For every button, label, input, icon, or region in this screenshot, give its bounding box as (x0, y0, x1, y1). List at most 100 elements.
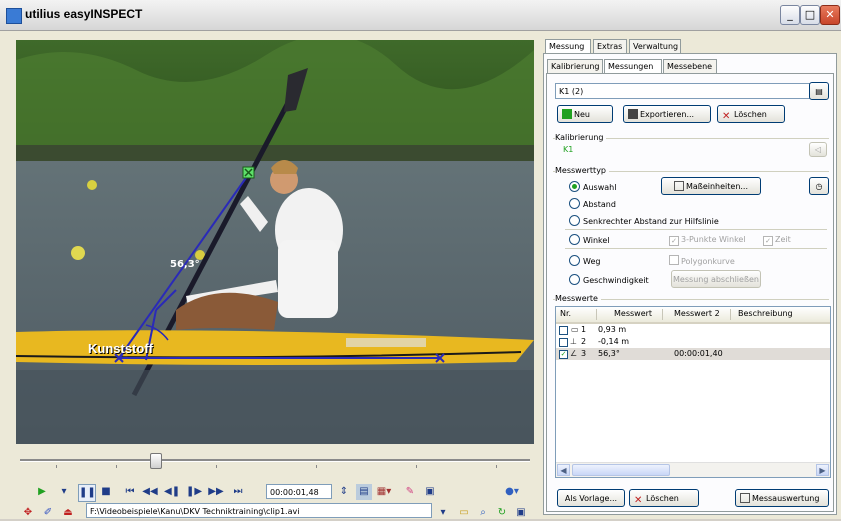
row-value: 56,3° (598, 349, 620, 358)
row-checkbox[interactable] (559, 338, 568, 347)
prev-frame-icon[interactable]: ◀❚ (164, 484, 180, 500)
column-messwert[interactable]: Messwert (614, 309, 652, 318)
three-point-angle-checkbox[interactable]: ✓ 3-Punkte Winkel (669, 234, 746, 246)
radio-weg[interactable]: Weg (569, 255, 600, 267)
radio-dot (569, 255, 580, 266)
last-frame-icon[interactable]: ⏭ (230, 484, 246, 500)
row-checkbox[interactable] (559, 326, 568, 335)
export-frame-icon[interactable]: ▣ (422, 484, 438, 500)
column-messwert2[interactable]: Messwert 2 (674, 309, 720, 318)
tab-messebene[interactable]: Messebene (663, 59, 717, 73)
measurement-select[interactable]: K1 (2) ▼ (555, 83, 825, 99)
delete-values-button[interactable]: ✕ Löschen (629, 489, 699, 507)
pause-icon[interactable]: ❚❚ (78, 484, 96, 502)
timeline-slider[interactable] (16, 451, 534, 471)
save-frame-icon[interactable]: ▤ (356, 484, 372, 500)
tab-messung[interactable]: Messung (545, 39, 591, 54)
timeline-tick (316, 465, 317, 468)
save-template-button[interactable]: Als Vorlage... (557, 489, 625, 507)
row-nr: 1 (581, 325, 587, 334)
radio-abstand-label: Abstand (583, 200, 616, 209)
export-button[interactable]: Exportieren... (623, 105, 711, 123)
window-title: utilius easyINSPECT (25, 7, 143, 21)
file-path-field[interactable]: F:\Videobeispiele\Kanu\DKV Techniktraini… (86, 503, 432, 518)
player-controls: ▶ ▾ ❚❚ ■ ⏮ ◀◀ ◀❚ ❚▶ ▶▶ ⏭ 00:00:01,48 ⇕ ▤… (30, 482, 535, 502)
column-beschreibung[interactable]: Beschreibung (738, 309, 793, 318)
export-button-label: Exportieren... (640, 110, 695, 119)
scroll-thumb[interactable] (572, 464, 670, 476)
table-row[interactable]: ✓ ∠ 3 56,3° 00:00:01,40 (556, 348, 830, 360)
divider (565, 248, 827, 249)
timeline-thumb[interactable] (150, 453, 162, 469)
tab-verwaltung[interactable]: Verwaltung (629, 39, 681, 53)
radio-dot (569, 215, 580, 226)
app-icon (6, 8, 22, 24)
radio-senkrechter-abstand[interactable]: Senkrechter Abstand zur Hilfslinie (569, 215, 719, 227)
play-dropdown-icon[interactable]: ▾ (56, 484, 72, 500)
values-group-label: Messwerte (555, 294, 601, 303)
scroll-left-icon[interactable]: ◀ (557, 464, 570, 476)
new-button[interactable]: Neu (557, 105, 613, 123)
first-frame-icon[interactable]: ⏮ (122, 484, 138, 500)
close-button[interactable]: ✕ (820, 5, 840, 25)
radio-dot (569, 198, 580, 209)
tab-extras[interactable]: Extras (593, 39, 627, 53)
radio-weg-label: Weg (583, 257, 601, 266)
radio-dot (569, 274, 580, 285)
paint-icon[interactable]: ✎ (402, 484, 418, 500)
column-separator (730, 309, 731, 320)
next-frame-icon[interactable]: ❚▶ (186, 484, 202, 500)
timeline-tick (416, 465, 417, 468)
row-value: -0,14 m (598, 337, 630, 346)
radio-winkel[interactable]: Winkel (569, 234, 610, 246)
delete-measurement-button[interactable]: ✕ Löschen (717, 105, 785, 123)
export-icon (628, 109, 638, 119)
forward-icon[interactable]: ▶▶ (208, 484, 224, 500)
row-checkbox[interactable]: ✓ (559, 350, 568, 359)
delete-icon: ✕ (722, 111, 731, 122)
radio-dot (569, 234, 580, 245)
rewind-icon[interactable]: ◀◀ (142, 484, 158, 500)
tab-messungen[interactable]: Messungen (604, 59, 662, 74)
evaluation-button[interactable]: Messauswertung (735, 489, 829, 507)
values-list[interactable]: Nr. Messwert Messwert 2 Beschreibung ▭ 1… (555, 306, 831, 478)
time-field[interactable]: 00:00:01,48 (266, 484, 332, 499)
options-icon[interactable]: ●▾ (504, 484, 520, 500)
column-separator (662, 309, 663, 320)
radio-geschwindigkeit-label: Geschwindigkeit (583, 276, 649, 285)
table-row[interactable]: ⊥ 2 -0,14 m (556, 336, 830, 348)
column-nr[interactable]: Nr. (560, 309, 571, 318)
measurement-menu-button[interactable]: ▤ (809, 82, 829, 100)
time-checkbox-label: Zeit (775, 235, 791, 244)
radio-geschwindigkeit[interactable]: Geschwindigkeit (569, 274, 649, 286)
row-nr: 2 (581, 337, 587, 346)
timeline-tick (56, 465, 57, 468)
angle-label: 56,3° (170, 259, 200, 270)
column-separator (596, 309, 597, 320)
delete-values-label: Löschen (646, 494, 679, 503)
three-point-angle-label: 3-Punkte Winkel (681, 235, 746, 244)
units-button[interactable]: Maßeinheiten... (661, 177, 761, 195)
time-checkbox[interactable]: ✓ Zeit (763, 234, 791, 246)
video-frame[interactable]: 56,3° Kunststoff (16, 40, 534, 444)
minimize-button[interactable]: _ (780, 5, 800, 25)
tab-kalibrierung[interactable]: Kalibrierung (547, 59, 603, 73)
measure-type-group-label: Messwerttyp (555, 166, 609, 175)
horizontal-scrollbar[interactable]: ◀ ▶ (556, 462, 830, 477)
maximize-button[interactable]: □ (800, 5, 820, 25)
calibration-back-button[interactable]: ◁ (809, 142, 827, 157)
radio-abstand[interactable]: Abstand (569, 198, 616, 210)
kayak-brand: Kunststoff (88, 341, 153, 356)
time-spinner-icon[interactable]: ⇕ (336, 484, 352, 500)
stop-icon[interactable]: ■ (98, 484, 114, 500)
polygon-curve-checkbox[interactable]: Polygonkurve (669, 255, 735, 267)
tools-dropdown-icon[interactable]: ▦▾ (376, 484, 392, 500)
finish-measurement-button[interactable]: Messung abschließen (671, 270, 761, 288)
document-icon (740, 493, 750, 503)
new-button-label: Neu (574, 110, 590, 119)
play-icon[interactable]: ▶ (34, 484, 50, 500)
table-row[interactable]: ▭ 1 0,93 m (556, 324, 830, 336)
clock-button[interactable]: ◷ (809, 177, 829, 195)
radio-auswahl[interactable]: Auswahl (569, 181, 616, 193)
scroll-right-icon[interactable]: ▶ (816, 464, 829, 476)
